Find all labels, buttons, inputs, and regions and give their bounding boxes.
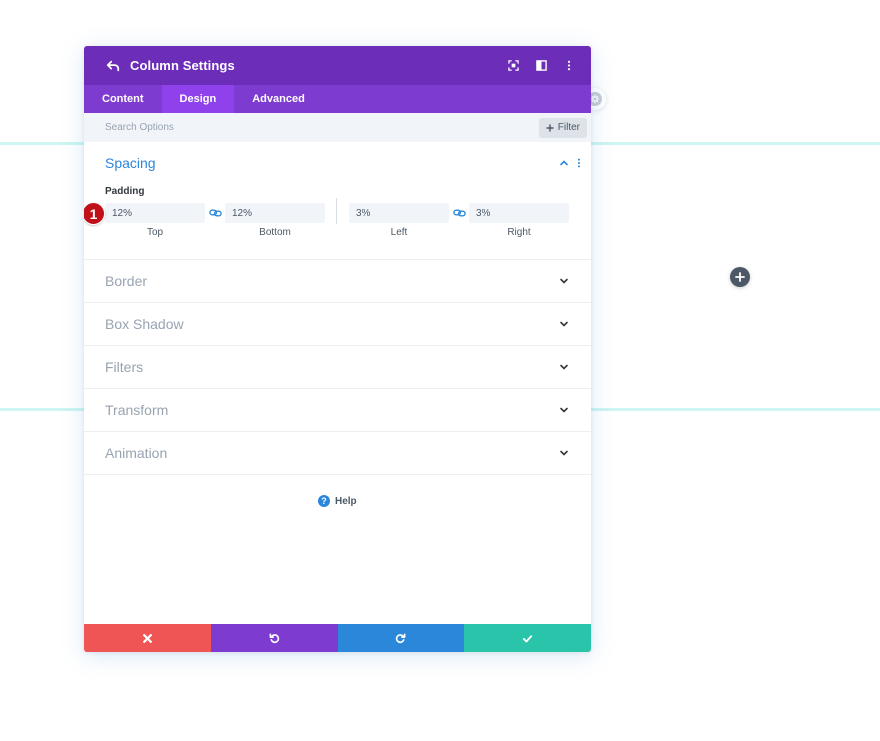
border-section[interactable]: Border xyxy=(84,260,591,303)
tab-design[interactable]: Design xyxy=(161,85,235,113)
chevron-down-icon xyxy=(559,319,569,329)
more-vertical-icon[interactable] xyxy=(561,58,577,74)
help-link[interactable]: ? Help xyxy=(318,495,357,507)
search-bar: Search Options Filter xyxy=(84,113,591,142)
chevron-up-icon[interactable] xyxy=(559,158,569,168)
search-input[interactable]: Search Options xyxy=(105,122,174,133)
chevron-down-icon xyxy=(559,405,569,415)
redo-button[interactable] xyxy=(337,624,465,652)
spacing-section: Spacing Padding 12% 12% 3% 3% 1 Top Bott… xyxy=(84,142,591,260)
padding-bottom-input[interactable]: 12% xyxy=(225,203,325,223)
padding-top-caption: Top xyxy=(146,227,164,238)
filters-section[interactable]: Filters xyxy=(84,346,591,389)
add-module-button[interactable] xyxy=(730,267,750,287)
cancel-button[interactable] xyxy=(84,624,211,652)
step-number-badge: 1 xyxy=(84,202,105,225)
tab-advanced[interactable]: Advanced xyxy=(234,85,323,113)
section-label: Filters xyxy=(105,359,144,375)
builder-canvas: Column Settings Content Design Advanced … xyxy=(0,0,880,741)
split-view-icon[interactable] xyxy=(533,58,549,74)
animation-section[interactable]: Animation xyxy=(84,432,591,475)
undo-button[interactable] xyxy=(210,624,338,652)
plus-icon xyxy=(546,124,554,131)
padding-left-caption: Left xyxy=(390,227,408,238)
close-icon xyxy=(142,633,152,643)
section-label: Box Shadow xyxy=(105,316,184,332)
chevron-down-icon xyxy=(559,276,569,286)
modal-header: Column Settings xyxy=(84,46,591,85)
help-icon: ? xyxy=(318,495,330,507)
box-shadow-section[interactable]: Box Shadow xyxy=(84,303,591,346)
padding-top-input[interactable]: 12% xyxy=(105,203,205,223)
transform-section[interactable]: Transform xyxy=(84,389,591,432)
padding-left-input[interactable]: 3% xyxy=(349,203,449,223)
section-label: Transform xyxy=(105,402,169,418)
filter-button[interactable]: Filter xyxy=(538,117,587,138)
padding-divider xyxy=(336,198,337,224)
chevron-down-icon xyxy=(559,362,569,372)
fullscreen-icon[interactable] xyxy=(505,58,521,74)
check-icon xyxy=(523,634,533,642)
undo-icon xyxy=(269,633,279,643)
chevron-down-icon xyxy=(559,448,569,458)
spacing-controls xyxy=(559,158,581,168)
padding-label: Padding xyxy=(105,186,145,197)
padding-bottom-caption: Bottom xyxy=(259,227,291,238)
padding-right-input[interactable]: 3% xyxy=(469,203,569,223)
column-settings-modal: Column Settings Content Design Advanced … xyxy=(84,46,591,652)
modal-title: Column Settings xyxy=(130,58,235,73)
plus-icon xyxy=(735,272,745,282)
tab-content[interactable]: Content xyxy=(84,85,162,113)
save-button[interactable] xyxy=(464,624,591,652)
help-label: Help xyxy=(335,495,357,507)
padding-right-caption: Right xyxy=(507,227,531,238)
undo-arrow-icon[interactable] xyxy=(104,57,122,75)
link-icon[interactable] xyxy=(208,206,222,220)
settings-tabs: Content Design Advanced xyxy=(84,85,591,113)
redo-icon xyxy=(396,633,406,643)
link-icon[interactable] xyxy=(452,206,466,220)
section-label: Animation xyxy=(105,445,168,461)
header-actions xyxy=(505,58,577,74)
spacing-title[interactable]: Spacing xyxy=(105,155,156,171)
section-label: Border xyxy=(105,273,148,289)
filter-label: Filter xyxy=(557,122,580,133)
modal-footer xyxy=(84,624,591,652)
more-vertical-icon[interactable] xyxy=(577,158,581,168)
